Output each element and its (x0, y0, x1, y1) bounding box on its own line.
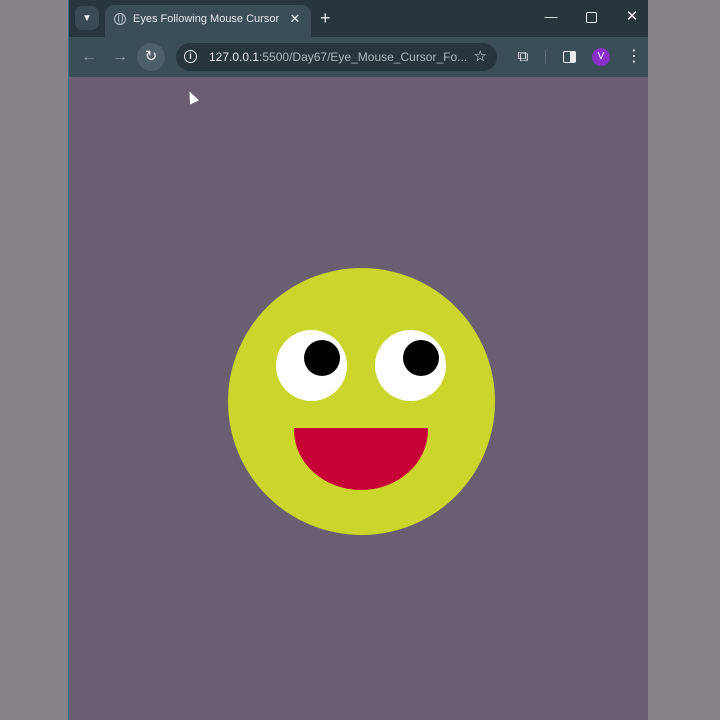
chevron-down-icon[interactable]: ▼ (75, 6, 99, 30)
browser-toolbar: ← → ↻ i 127.0.0.1:5500/Day67/Eye_Mouse_C… (69, 37, 648, 77)
window-close-button[interactable]: ✕ (622, 9, 642, 25)
minimize-button[interactable]: — (541, 9, 561, 25)
forward-button[interactable]: → (108, 45, 132, 69)
left-pupil (304, 340, 340, 376)
url-path: :5500/Day67/Eye_Mouse_Cursor_Fo... (259, 50, 468, 64)
address-bar[interactable]: i 127.0.0.1:5500/Day67/Eye_Mouse_Cursor_… (176, 43, 497, 71)
globe-icon (114, 13, 126, 25)
maximize-button[interactable] (581, 9, 601, 27)
profile-avatar[interactable]: V (592, 48, 610, 66)
tab-active[interactable]: Eyes Following Mouse Cursor ✕ (105, 5, 311, 37)
left-eye (276, 330, 347, 401)
back-button[interactable]: ← (77, 45, 101, 69)
maximize-icon (585, 12, 597, 23)
tab-title: Eyes Following Mouse Cursor (133, 13, 280, 25)
bookmark-star-icon[interactable]: ☆ (474, 47, 487, 65)
reload-button[interactable]: ↻ (137, 43, 165, 71)
browser-window: ▼ Eyes Following Mouse Cursor ✕ + — ✕ ← … (69, 0, 648, 720)
smile-mouth (294, 428, 428, 490)
puzzle-icon[interactable]: ⧉ (511, 45, 535, 69)
tab-strip: ▼ Eyes Following Mouse Cursor ✕ + — ✕ (69, 0, 648, 37)
right-eye (375, 330, 446, 401)
new-tab-button[interactable]: + (320, 8, 331, 28)
mouse-cursor-icon (184, 89, 200, 105)
tab-close-button[interactable]: ✕ (287, 11, 303, 27)
url-host: 127.0.0.1 (209, 50, 260, 64)
url-text[interactable]: 127.0.0.1:5500/Day67/Eye_Mouse_Cursor_Fo… (209, 50, 467, 64)
side-panel-icon[interactable] (557, 45, 581, 69)
right-pupil (403, 340, 439, 376)
toolbar-divider (545, 50, 546, 64)
smiley-face (228, 268, 495, 535)
info-icon[interactable]: i (184, 50, 197, 63)
page-content[interactable] (69, 77, 648, 720)
menu-icon[interactable]: ⋮ (622, 45, 646, 69)
